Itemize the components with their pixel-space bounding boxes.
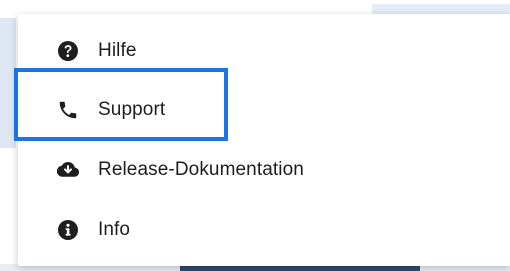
menu-item-label: Hilfe <box>98 40 137 61</box>
background-panel-left <box>0 18 16 148</box>
menu-item-label: Release-Dokumentation <box>98 159 304 180</box>
menu-item-label: Info <box>98 219 131 240</box>
question-circle-icon <box>56 39 80 63</box>
menu-item-release-dokumentation[interactable]: Release-Dokumentation <box>18 141 510 199</box>
menu-item-hilfe[interactable]: Hilfe <box>18 22 510 80</box>
phone-icon <box>56 98 80 122</box>
menu-item-info[interactable]: Info <box>18 201 510 259</box>
help-dropdown-menu: Hilfe Support Release-Dokumentation Info <box>18 14 510 266</box>
info-circle-icon <box>56 218 80 242</box>
menu-item-support[interactable]: Support <box>18 81 510 139</box>
cloud-download-icon <box>56 158 80 182</box>
menu-item-label: Support <box>98 99 166 120</box>
background-button-bottom <box>180 266 420 271</box>
